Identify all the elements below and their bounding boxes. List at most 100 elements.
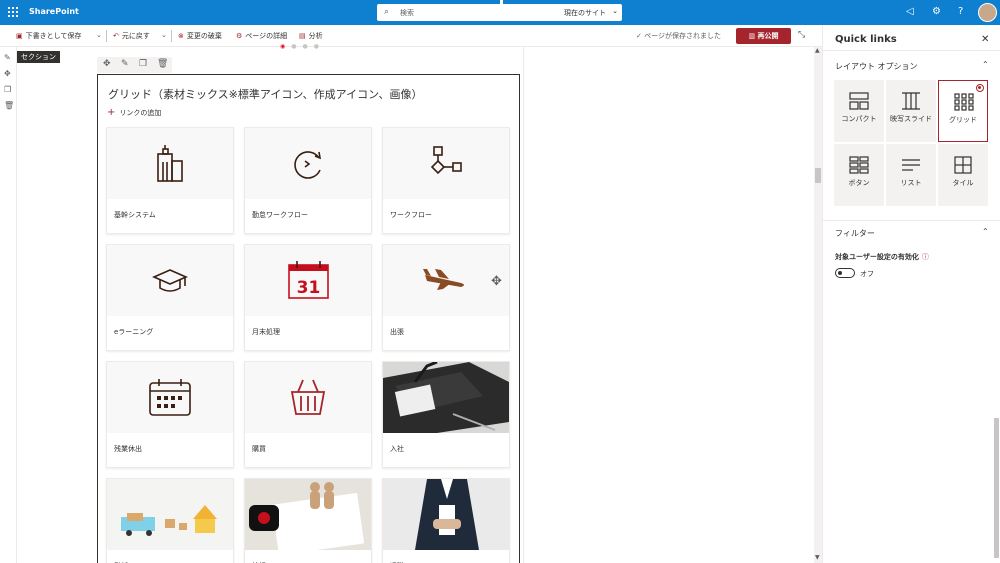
discard-button[interactable]: ⊗ 変更の破棄: [178, 31, 222, 41]
tile-label: 基幹システム: [114, 211, 156, 219]
duplicate-icon[interactable]: ❐: [4, 85, 11, 94]
trash-icon[interactable]: 🗑: [4, 101, 14, 110]
move-icon[interactable]: ✥: [4, 69, 11, 78]
link-tile-koubai[interactable]: 購買: [244, 361, 372, 468]
move-cursor-icon: ✥: [491, 274, 502, 289]
scroll-thumb[interactable]: [815, 168, 821, 183]
search-placeholder: 検索: [400, 9, 414, 17]
list-layout-icon: [902, 159, 920, 171]
tile-label: eラーニング: [114, 328, 154, 336]
layout-label: 映写スライド: [890, 115, 932, 123]
webpart-title[interactable]: グリッド（素材ミックス※標準アイコン、作成アイコン、画像）: [108, 86, 422, 102]
scroll-down-icon[interactable]: ▼: [815, 554, 820, 561]
republish-button[interactable]: ▥ 再公開: [736, 28, 791, 44]
layout-tile[interactable]: タイル: [938, 144, 988, 206]
scroll-up-icon[interactable]: ▲: [815, 47, 820, 54]
tile-layout-icon: [954, 156, 972, 174]
chevron-down-icon[interactable]: ⌄: [96, 31, 102, 39]
help-icon[interactable]: ?: [958, 6, 963, 17]
calendar-grid-icon: [107, 362, 233, 433]
divider: [106, 30, 107, 42]
tile-label: 残業休出: [114, 445, 142, 453]
chevron-up-icon[interactable]: ⌃: [982, 227, 989, 236]
link-tile-hikkoshi[interactable]: 引越: [106, 478, 234, 563]
page-scrollbar[interactable]: ▲ ▼: [814, 47, 822, 563]
command-bar: ▣ 下書きとして保存 ⌄ ↶ 元に戻す ⌄ ⊗ 変更の破棄 ⚙ ページの詳細 ▤ 分析 ✓…: [0, 25, 822, 47]
layout-label: グリッド: [949, 116, 977, 124]
link-tile-elearning[interactable]: eラーニング: [106, 244, 234, 351]
layout-compact[interactable]: コンパクト: [834, 80, 884, 142]
section-toolbar: ✎ ✥ ❐ 🗑: [0, 47, 17, 563]
divider: [823, 220, 1000, 221]
webpart-toolbar: ✥ ✎ ❐ 🗑: [97, 57, 172, 73]
edit-icon[interactable]: ✎: [121, 59, 129, 69]
link-tile-kintai[interactable]: 勤怠ワークフロー: [244, 127, 372, 234]
property-pane: Quick links ✕ レイアウト オプション ⌃ コンパクト 映写スライド…: [822, 25, 1000, 563]
resignation-letter-photo: [383, 479, 509, 550]
collapse-icon[interactable]: ⤡: [798, 30, 805, 40]
undo-icon: ↶: [113, 32, 119, 40]
layout-label: リスト: [900, 179, 922, 187]
edit-section-icon[interactable]: ✎: [4, 53, 11, 62]
link-tile-taishoku[interactable]: 退職: [382, 478, 510, 563]
quick-links-webpart[interactable]: グリッド（素材ミックス※標準アイコン、作成アイコン、画像） + リンクの追加 基幹…: [97, 74, 520, 563]
gear-icon: ⚙: [236, 32, 243, 40]
save-draft-button[interactable]: ▣ 下書きとして保存: [16, 31, 81, 41]
divider: [171, 30, 172, 42]
move-icon[interactable]: ✥: [103, 59, 111, 69]
layout-label: ボタン: [848, 179, 870, 187]
app-launcher-icon[interactable]: [8, 7, 18, 17]
tile-label: 勤怠ワークフロー: [252, 211, 308, 219]
layout-options-header[interactable]: レイアウト オプション: [835, 61, 918, 72]
link-tile-nyuusha[interactable]: 入社: [382, 361, 510, 468]
wedding-document-photo: [245, 479, 371, 550]
close-icon[interactable]: ✕: [981, 34, 989, 45]
dot-active-icon: ◉: [280, 43, 292, 50]
layout-button[interactable]: ボタン: [834, 144, 884, 206]
chevron-down-icon[interactable]: ⌄: [161, 31, 167, 39]
avatar[interactable]: [978, 3, 997, 22]
page-details-button[interactable]: ⚙ ページの詳細: [236, 31, 287, 41]
section-tag: セクション: [17, 51, 60, 63]
link-tile-kikan[interactable]: 基幹システム: [106, 127, 234, 234]
link-tile-getsumatsu[interactable]: 31 月末処理: [244, 244, 372, 351]
audience-toggle[interactable]: [835, 268, 855, 278]
chevron-up-icon[interactable]: ⌃: [982, 60, 989, 69]
book-icon: ▥: [748, 32, 758, 40]
filter-header[interactable]: フィルター: [835, 228, 875, 239]
save-status: ✓ ページが保存されました: [636, 32, 721, 40]
graduation-cap-icon: [107, 245, 233, 316]
calendar-icon: 31: [245, 245, 371, 316]
layout-label: タイル: [952, 179, 974, 187]
trash-icon[interactable]: 🗑: [157, 59, 168, 69]
moving-truck-photo: [107, 479, 233, 550]
gear-icon[interactable]: ⚙: [932, 6, 941, 17]
layout-grid[interactable]: グリッド: [938, 80, 988, 142]
link-tile-shucchou[interactable]: 出張: [382, 244, 510, 351]
grid-layout-icon: [954, 93, 974, 111]
add-link-button[interactable]: + リンクの追加: [107, 107, 161, 118]
pane-scrollbar[interactable]: [994, 418, 999, 558]
duplicate-icon[interactable]: ❐: [139, 59, 147, 69]
search-box[interactable]: ⌕ 検索 現在のサイト ⌄: [377, 4, 622, 21]
divider: [823, 50, 1000, 51]
audience-targeting-label: 対象ユーザー設定の有効化 ⓘ: [835, 253, 929, 261]
link-tile-zangyou[interactable]: 残業休出: [106, 361, 234, 468]
undo-button[interactable]: ↶ 元に戻す: [113, 31, 150, 41]
chevron-down-icon[interactable]: ⌄: [612, 7, 618, 15]
analytics-button[interactable]: ▤ 分析: [299, 31, 323, 41]
link-tile-workflow[interactable]: ワークフロー: [382, 127, 510, 234]
tile-label: 出張: [390, 328, 404, 336]
brand-title[interactable]: SharePoint: [29, 7, 79, 16]
tile-label: 購買: [252, 445, 266, 453]
divider: [500, 0, 503, 5]
megaphone-icon[interactable]: ◁: [906, 6, 914, 17]
layout-filmstrip[interactable]: 映写スライド: [886, 80, 936, 142]
layout-list[interactable]: リスト: [886, 144, 936, 206]
info-icon[interactable]: ⓘ: [922, 253, 929, 261]
filmstrip-layout-icon: [902, 92, 920, 110]
toggle-state: オフ: [860, 270, 874, 278]
link-tile-kekkon[interactable]: 結婚: [244, 478, 372, 563]
search-scope[interactable]: 現在のサイト: [564, 8, 606, 18]
compact-layout-icon: [849, 92, 869, 110]
